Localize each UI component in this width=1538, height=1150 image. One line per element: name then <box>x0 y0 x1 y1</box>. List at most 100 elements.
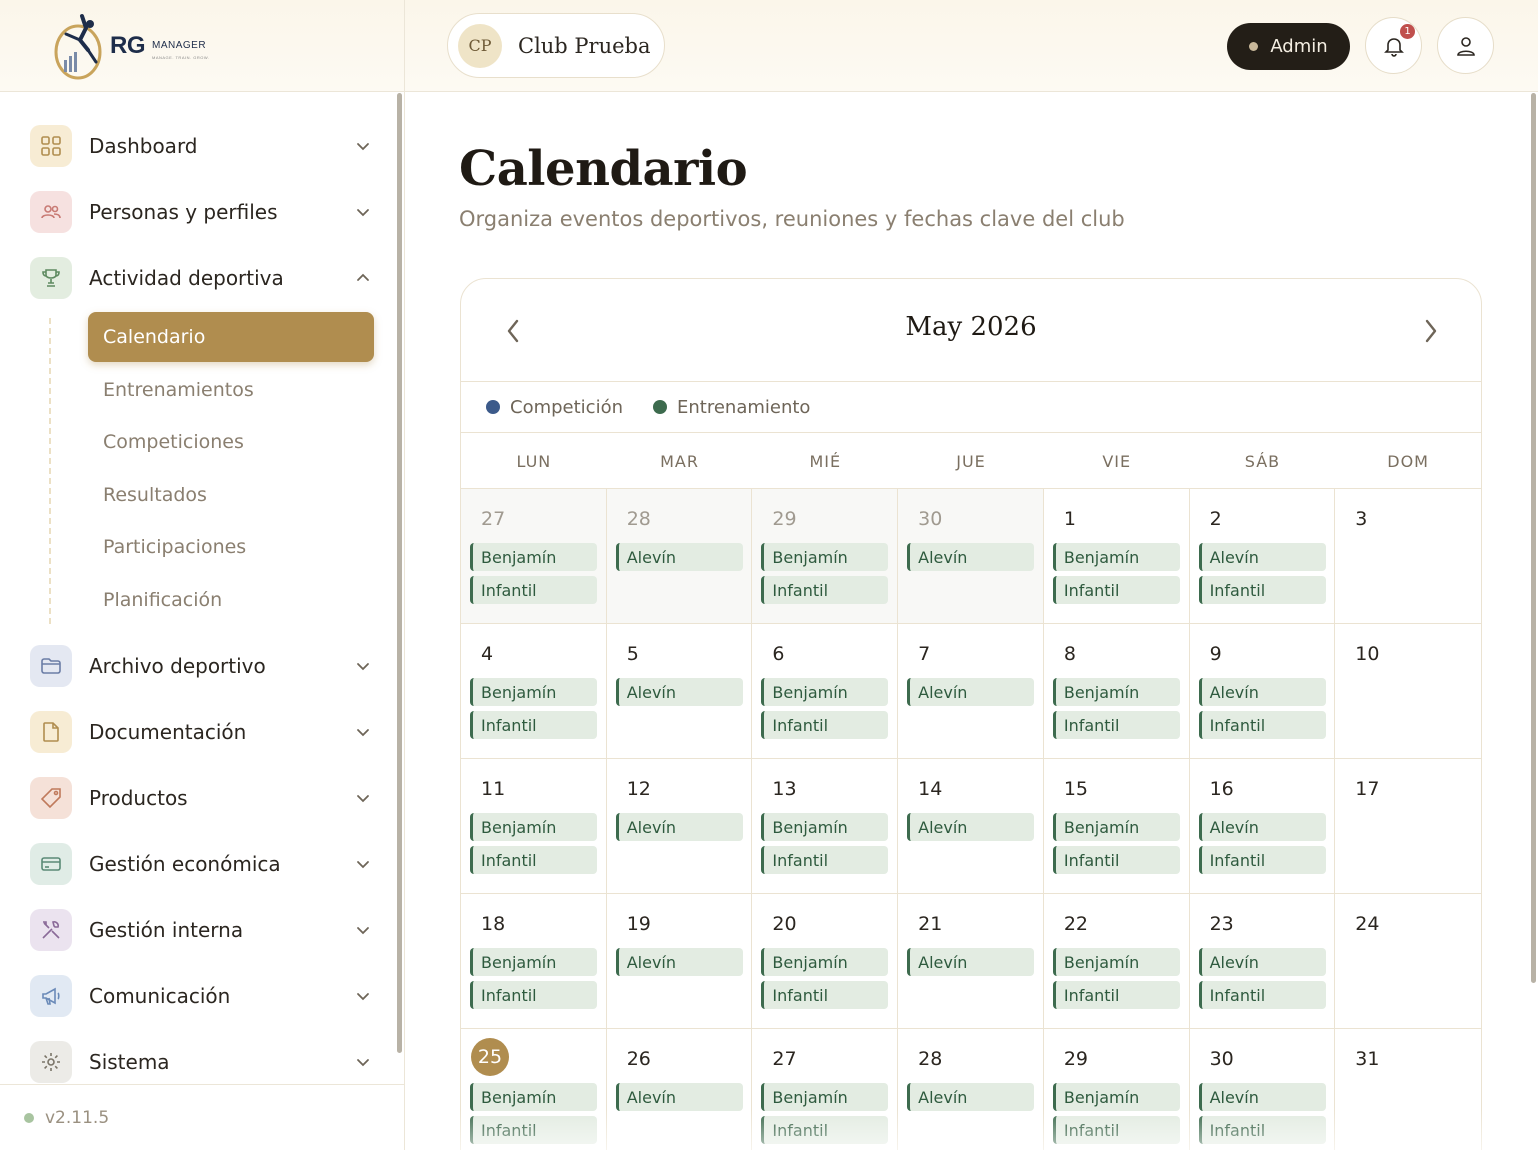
calendar-day[interactable]: 1 Benjamín Infantil <box>1043 489 1190 624</box>
calendar-day[interactable]: 3 <box>1335 489 1481 624</box>
calendar-day[interactable]: 27 Benjamín Infantil <box>752 1029 899 1150</box>
event-chip[interactable]: Infantil <box>761 1116 889 1144</box>
club-selector[interactable]: CP Club Prueba <box>447 13 665 78</box>
calendar-day[interactable]: 4 Benjamín Infantil <box>461 624 607 759</box>
calendar-day[interactable]: 8 Benjamín Infantil <box>1043 624 1190 759</box>
event-chip[interactable]: Benjamín <box>1052 543 1180 571</box>
event-chip[interactable]: Benjamín <box>1052 1083 1180 1111</box>
calendar-day[interactable]: 29 Benjamín Infantil <box>1044 1029 1190 1150</box>
event-chip[interactable]: Infantil <box>470 981 597 1009</box>
calendar-day[interactable]: 25 Benjamín Infantil <box>461 1029 607 1150</box>
calendar-day[interactable]: 20 Benjamín Infantil <box>752 894 899 1029</box>
calendar-day[interactable]: 16 Alevín Infantil <box>1189 759 1336 894</box>
submenu-item-entrenamientos[interactable]: Entrenamientos <box>88 365 374 415</box>
event-chip[interactable]: Benjamín <box>470 948 597 976</box>
calendar-day[interactable]: 13 Benjamín Infantil <box>752 759 899 894</box>
calendar-day[interactable]: 15 Benjamín Infantil <box>1043 759 1190 894</box>
calendar-day[interactable]: 28 Alevín <box>898 1029 1044 1150</box>
event-chip[interactable]: Infantil <box>1198 1116 1326 1144</box>
event-chip[interactable]: Benjamín <box>761 1083 889 1111</box>
event-chip[interactable]: Benjamín <box>470 813 597 841</box>
calendar-day[interactable]: 30 Alevín <box>898 489 1044 624</box>
calendar-day[interactable]: 27 Benjamín Infantil <box>461 489 607 624</box>
sidebar-item-comunicacion[interactable]: Comunicación <box>30 974 375 1018</box>
event-chip[interactable]: Infantil <box>470 711 597 739</box>
event-chip[interactable]: Infantil <box>1052 846 1180 874</box>
event-chip[interactable]: Alevín <box>615 543 743 571</box>
event-chip[interactable]: Alevín <box>1198 813 1326 841</box>
event-chip[interactable]: Infantil <box>1052 711 1180 739</box>
calendar-day[interactable]: 17 <box>1335 759 1481 894</box>
role-badge[interactable]: Admin <box>1227 23 1350 70</box>
sidebar-scrollbar[interactable] <box>397 93 402 1053</box>
sidebar-item-dashboard[interactable]: Dashboard <box>30 124 375 168</box>
submenu-item-resultados[interactable]: Resultados <box>88 470 374 520</box>
legend-item-entrenamiento[interactable]: Entrenamiento <box>653 397 810 418</box>
calendar-day[interactable]: 21 Alevín <box>898 894 1044 1029</box>
sidebar-item-personas[interactable]: Personas y perfiles <box>30 190 375 234</box>
event-chip[interactable]: Benjamín <box>1052 678 1180 706</box>
sidebar-item-productos[interactable]: Productos <box>30 776 375 820</box>
event-chip[interactable]: Alevín <box>907 948 1035 976</box>
calendar-day[interactable]: 10 <box>1335 624 1481 759</box>
event-chip[interactable]: Benjamín <box>761 543 889 571</box>
event-chip[interactable]: Infantil <box>1198 846 1326 874</box>
calendar-day[interactable]: 18 Benjamín Infantil <box>461 894 607 1029</box>
calendar-day[interactable]: 26 Alevín <box>607 1029 753 1150</box>
calendar-day[interactable]: 23 Alevín Infantil <box>1189 894 1336 1029</box>
next-month-button[interactable] <box>1413 313 1449 349</box>
calendar-day[interactable]: 12 Alevín <box>606 759 753 894</box>
submenu-item-participaciones[interactable]: Participaciones <box>88 522 374 572</box>
event-chip[interactable]: Benjamín <box>470 678 597 706</box>
calendar-day[interactable]: 19 Alevín <box>606 894 753 1029</box>
event-chip[interactable]: Alevín <box>907 1083 1035 1111</box>
event-chip[interactable]: Infantil <box>1198 981 1326 1009</box>
submenu-item-calendario[interactable]: Calendario <box>88 312 374 362</box>
notifications-button[interactable]: 1 <box>1365 17 1422 74</box>
sidebar-item-economica[interactable]: Gestión económica <box>30 842 375 886</box>
sidebar-item-documentacion[interactable]: Documentación <box>30 710 375 754</box>
event-chip[interactable]: Infantil <box>761 981 889 1009</box>
event-chip[interactable]: Alevín <box>1198 543 1326 571</box>
event-chip[interactable]: Alevín <box>1198 1083 1326 1111</box>
event-chip[interactable]: Alevín <box>1198 948 1326 976</box>
event-chip[interactable]: Infantil <box>761 846 889 874</box>
calendar-day[interactable]: 22 Benjamín Infantil <box>1043 894 1190 1029</box>
calendar-day[interactable]: 14 Alevín <box>898 759 1044 894</box>
event-chip[interactable]: Infantil <box>761 576 889 604</box>
calendar-day[interactable]: 28 Alevín <box>606 489 753 624</box>
calendar-day[interactable]: 30 Alevín Infantil <box>1190 1029 1336 1150</box>
brand-logo[interactable]: RG MANAGER MANAGE. TRAIN. GROW. <box>52 10 222 82</box>
event-chip[interactable]: Benjamín <box>1052 813 1180 841</box>
event-chip[interactable]: Benjamín <box>761 948 889 976</box>
submenu-item-planificacion[interactable]: Planificación <box>88 575 374 625</box>
event-chip[interactable]: Alevín <box>615 1083 743 1111</box>
event-chip[interactable]: Infantil <box>1198 576 1326 604</box>
calendar-day[interactable]: 9 Alevín Infantil <box>1189 624 1336 759</box>
calendar-day[interactable]: 24 <box>1335 894 1481 1029</box>
event-chip[interactable]: Alevín <box>907 543 1035 571</box>
calendar-day[interactable]: 6 Benjamín Infantil <box>752 624 899 759</box>
event-chip[interactable]: Infantil <box>470 576 597 604</box>
calendar-day[interactable]: 31 <box>1335 1029 1481 1150</box>
event-chip[interactable]: Infantil <box>761 711 889 739</box>
sidebar-item-actividad[interactable]: Actividad deportiva <box>30 256 375 300</box>
sidebar-item-archivo[interactable]: Archivo deportivo <box>30 644 375 688</box>
page-scrollbar[interactable] <box>1531 93 1536 983</box>
event-chip[interactable]: Benjamín <box>470 543 597 571</box>
legend-item-competicion[interactable]: Competición <box>486 397 623 418</box>
event-chip[interactable]: Benjamín <box>1052 948 1180 976</box>
calendar-day[interactable]: 5 Alevín <box>606 624 753 759</box>
calendar-day[interactable]: 7 Alevín <box>898 624 1044 759</box>
calendar-day[interactable]: 2 Alevín Infantil <box>1189 489 1336 624</box>
event-chip[interactable]: Infantil <box>470 1116 597 1144</box>
submenu-item-competiciones[interactable]: Competiciones <box>88 417 374 467</box>
event-chip[interactable]: Alevín <box>615 948 743 976</box>
event-chip[interactable]: Alevín <box>907 813 1035 841</box>
event-chip[interactable]: Benjamín <box>470 1083 597 1111</box>
event-chip[interactable]: Alevín <box>615 678 743 706</box>
user-menu-button[interactable] <box>1437 17 1494 74</box>
calendar-day[interactable]: 29 Benjamín Infantil <box>752 489 899 624</box>
event-chip[interactable]: Infantil <box>1052 981 1180 1009</box>
sidebar-item-interna[interactable]: Gestión interna <box>30 908 375 952</box>
